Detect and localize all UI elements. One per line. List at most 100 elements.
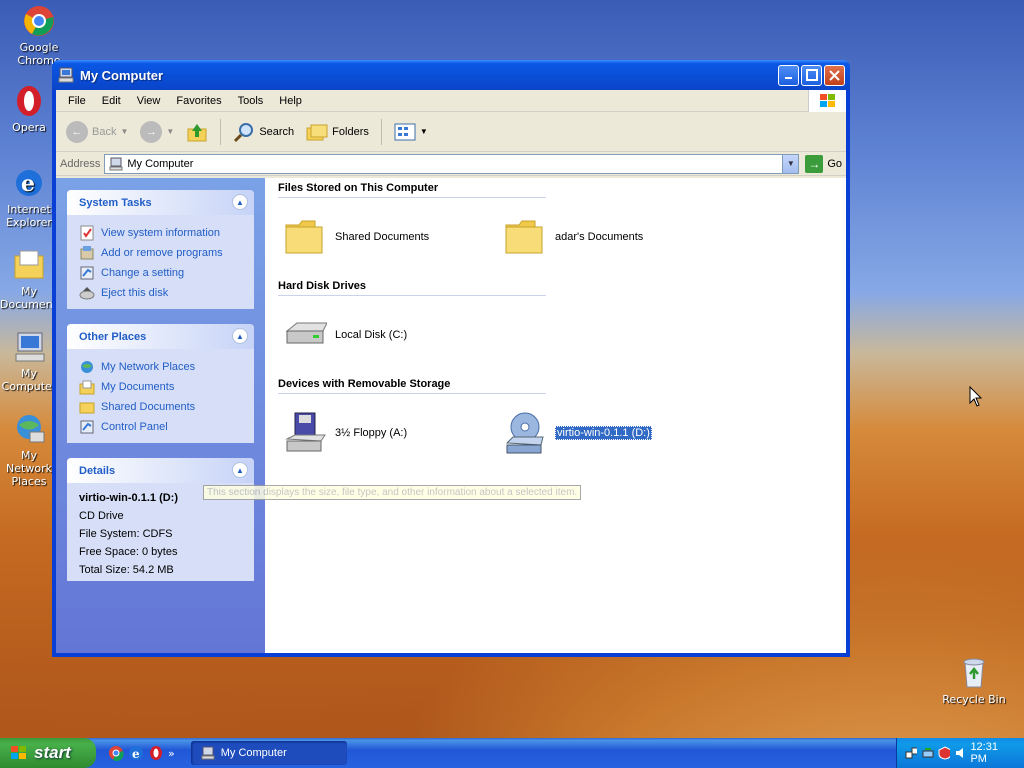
standard-toolbar: ← Back ▼ → ▼ Search Folders ▼ bbox=[56, 112, 846, 152]
collapse-chevron-icon[interactable]: ▲ bbox=[232, 462, 248, 478]
task-add-remove-programs[interactable]: Add or remove programs bbox=[79, 243, 242, 263]
back-label: Back bbox=[92, 125, 117, 138]
views-button[interactable]: ▼ bbox=[390, 120, 432, 144]
panel-title: System Tasks bbox=[79, 196, 152, 209]
address-dropdown-button[interactable]: ▼ bbox=[782, 154, 799, 173]
chevron-down-icon: ▼ bbox=[120, 127, 129, 136]
control-panel-icon bbox=[80, 420, 94, 434]
task-view-system-info[interactable]: View system information bbox=[79, 223, 242, 243]
place-my-documents[interactable]: My Documents bbox=[79, 377, 242, 397]
clock[interactable]: 12:31 PM bbox=[970, 741, 1012, 765]
desktop-icon-label: Opera bbox=[12, 121, 46, 134]
minimize-button[interactable] bbox=[778, 64, 799, 86]
my-documents-icon bbox=[79, 380, 95, 395]
system-tasks-header[interactable]: System Tasks ▲ bbox=[67, 190, 254, 215]
desktop-icon-network-places[interactable]: My Network Places bbox=[0, 412, 58, 488]
system-info-icon bbox=[80, 225, 94, 241]
maximize-icon bbox=[805, 69, 818, 81]
chrome-icon bbox=[22, 4, 56, 38]
opera-icon bbox=[12, 84, 46, 118]
window-title: My Computer bbox=[80, 67, 164, 83]
desktop-icon-my-documents[interactable]: My Documents bbox=[0, 248, 58, 311]
go-label: Go bbox=[827, 157, 842, 170]
place-shared-documents[interactable]: Shared Documents bbox=[79, 397, 242, 417]
item-floppy-a[interactable]: 3½ Floppy (A:) bbox=[278, 411, 498, 455]
desktop-icon-label: My Documents bbox=[0, 285, 58, 311]
mouse-cursor-icon bbox=[969, 386, 983, 407]
desktop-icon-label: Recycle Bin bbox=[942, 693, 1006, 706]
close-button[interactable] bbox=[824, 64, 845, 86]
windows-logo-icon bbox=[808, 90, 846, 112]
menu-file[interactable]: File bbox=[60, 95, 94, 107]
ie-icon[interactable]: e bbox=[128, 745, 144, 761]
svg-text:e: e bbox=[21, 171, 35, 197]
address-input[interactable]: My Computer ▼ bbox=[104, 153, 800, 174]
title-bar[interactable]: My Computer bbox=[52, 60, 850, 90]
other-places-panel: Other Places ▲ My Network Places My Docu… bbox=[67, 324, 254, 443]
group-header-files: Files Stored on This Computer bbox=[278, 178, 546, 198]
panel-title: Details bbox=[79, 464, 116, 477]
network-icon[interactable] bbox=[905, 746, 918, 760]
back-arrow-icon: ← bbox=[66, 120, 88, 143]
minimize-icon bbox=[784, 77, 792, 79]
chevron-right-icon[interactable]: » bbox=[168, 747, 175, 760]
back-button[interactable]: ← Back ▼ bbox=[62, 119, 132, 145]
task-pane: System Tasks ▲ View system information A… bbox=[56, 178, 265, 653]
my-documents-icon bbox=[12, 248, 46, 282]
folders-button[interactable]: Folders bbox=[302, 120, 373, 144]
cd-drive-icon bbox=[505, 412, 544, 454]
up-button[interactable] bbox=[182, 119, 212, 145]
security-alert-icon[interactable] bbox=[938, 746, 951, 760]
hard-disk-icon bbox=[285, 322, 327, 344]
desktop-icon-label: My Computer bbox=[1, 367, 57, 393]
task-change-setting[interactable]: Change a setting bbox=[79, 263, 242, 283]
system-tray: 12:31 PM bbox=[896, 738, 1024, 768]
menu-help[interactable]: Help bbox=[271, 95, 310, 107]
folder-icon bbox=[79, 402, 95, 414]
chevron-down-icon: ▼ bbox=[419, 127, 428, 136]
place-network-places[interactable]: My Network Places bbox=[79, 357, 242, 377]
my-computer-small-icon bbox=[201, 746, 215, 760]
eject-disk-icon bbox=[79, 287, 95, 300]
panel-title: Other Places bbox=[79, 330, 147, 343]
maximize-button[interactable] bbox=[801, 64, 822, 86]
desktop-icon-chrome[interactable]: Google Chrome bbox=[1, 4, 77, 67]
taskbar-item-my-computer[interactable]: My Computer bbox=[190, 741, 347, 765]
forward-button[interactable]: → ▼ bbox=[136, 119, 178, 145]
folders-icon bbox=[306, 124, 328, 140]
safely-remove-hardware-icon[interactable] bbox=[921, 746, 934, 760]
item-shared-documents[interactable]: Shared Documents bbox=[278, 215, 498, 259]
item-local-disk-c[interactable]: Local Disk (C:) bbox=[278, 313, 498, 357]
folders-label: Folders bbox=[332, 125, 369, 138]
chrome-icon[interactable] bbox=[108, 745, 124, 761]
collapse-chevron-icon[interactable]: ▲ bbox=[232, 328, 248, 344]
item-cd-drive-d[interactable]: virtio-win-0.1.1 (D:) bbox=[498, 411, 718, 455]
item-adars-documents[interactable]: adar's Documents bbox=[498, 215, 718, 259]
menu-favorites[interactable]: Favorites bbox=[168, 95, 229, 107]
system-tasks-panel: System Tasks ▲ View system information A… bbox=[67, 190, 254, 309]
other-places-header[interactable]: Other Places ▲ bbox=[67, 324, 254, 349]
my-computer-small-icon bbox=[58, 67, 74, 83]
svg-text:e: e bbox=[132, 747, 140, 761]
details-header[interactable]: Details ▲ bbox=[67, 458, 254, 483]
volume-icon[interactable] bbox=[954, 746, 966, 760]
toolbar-separator bbox=[380, 118, 382, 145]
menu-view[interactable]: View bbox=[129, 95, 169, 107]
desktop-icon-my-computer[interactable]: My Computer bbox=[0, 330, 58, 393]
start-label: start bbox=[34, 743, 71, 762]
go-button[interactable]: → Go bbox=[805, 154, 842, 173]
details-type: CD Drive bbox=[79, 510, 124, 522]
desktop-icon-ie[interactable]: e Internet Explorer bbox=[0, 166, 58, 229]
collapse-chevron-icon[interactable]: ▲ bbox=[232, 194, 248, 210]
place-control-panel[interactable]: Control Panel bbox=[79, 417, 242, 437]
address-value: My Computer bbox=[127, 157, 194, 170]
desktop-icon-recycle-bin[interactable]: Recycle Bin bbox=[936, 656, 1012, 706]
menu-tools[interactable]: Tools bbox=[230, 95, 272, 107]
task-eject-disk[interactable]: Eject this disk bbox=[79, 283, 242, 303]
opera-icon[interactable] bbox=[148, 745, 164, 761]
search-button[interactable]: Search bbox=[229, 119, 298, 145]
search-icon bbox=[234, 122, 254, 142]
start-button[interactable]: start bbox=[0, 738, 96, 768]
menu-edit[interactable]: Edit bbox=[94, 95, 129, 107]
desktop-icon-opera[interactable]: Opera bbox=[0, 84, 58, 134]
